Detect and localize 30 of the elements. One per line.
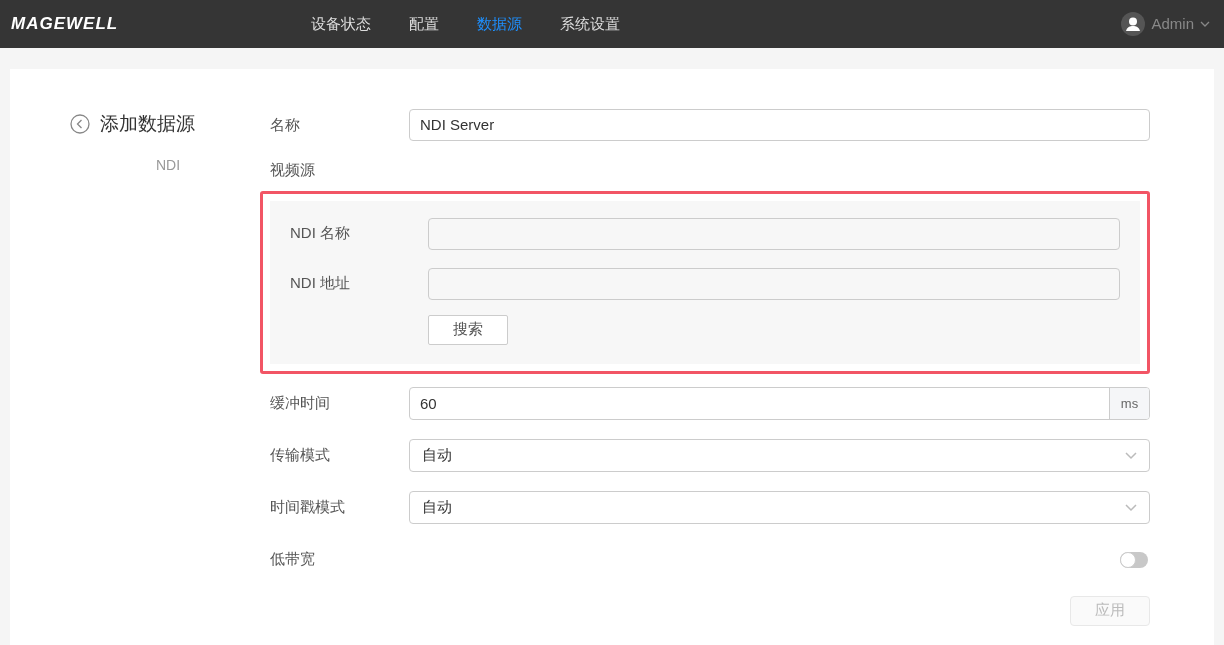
field-label: NDI 名称: [290, 223, 351, 244]
search-button[interactable]: 搜索: [428, 314, 508, 345]
field-label: 缓冲时间: [270, 393, 331, 414]
unit-label: ms: [1109, 388, 1149, 419]
field-label: 传输模式: [270, 445, 331, 466]
field-label: 时间戳模式: [270, 497, 346, 518]
field-label: 低带宽: [270, 549, 316, 570]
input-value: 60: [419, 394, 438, 414]
section-label: 视频源: [270, 160, 316, 180]
nav-tab[interactable]: 数据源: [477, 12, 522, 36]
chevron-down-icon: [1125, 451, 1137, 460]
input-field[interactable]: [428, 267, 1120, 300]
page-title: 添加数据源: [100, 112, 195, 136]
nav-tab[interactable]: 配置: [409, 12, 439, 36]
toggle-switch[interactable]: [1120, 551, 1148, 568]
nav-tab[interactable]: 系统设置: [560, 12, 620, 36]
select-field[interactable]: 自动: [409, 439, 1150, 472]
page-subtitle: NDI: [156, 155, 182, 175]
select-field[interactable]: 自动: [409, 491, 1150, 524]
chevron-down-icon: [1200, 21, 1210, 27]
input-field[interactable]: [428, 217, 1120, 250]
field-label: 名称: [270, 114, 301, 135]
chevron-down-icon: [1125, 503, 1137, 512]
name-input[interactable]: NDI Server: [409, 109, 1150, 141]
buffer-input[interactable]: 60 ms: [409, 387, 1150, 420]
user-avatar-icon: [1121, 12, 1146, 36]
field-label: NDI 地址: [290, 273, 351, 294]
back-icon[interactable]: [70, 114, 90, 135]
nav-tab[interactable]: 设备状态: [311, 12, 371, 36]
logo: MAGEWELL: [11, 13, 120, 36]
